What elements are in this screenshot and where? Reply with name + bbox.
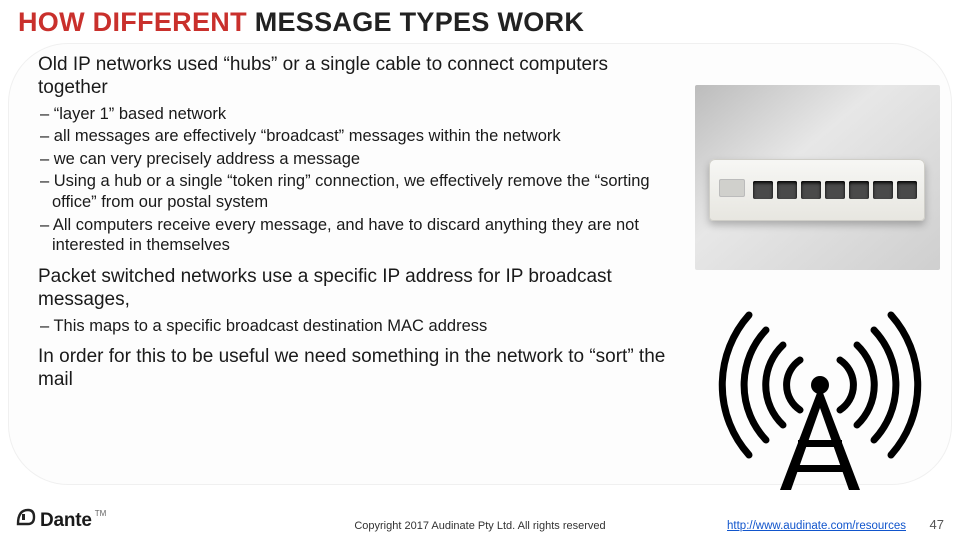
- hub-port: [753, 181, 773, 199]
- copyright-text: Copyright 2017 Audinate Pty Ltd. All rig…: [354, 520, 605, 532]
- resources-link[interactable]: http://www.audinate.com/resources: [727, 520, 906, 532]
- hub-port: [777, 181, 797, 199]
- hub-port: [825, 181, 845, 199]
- bullet-3: we can very precisely address a message: [50, 149, 678, 170]
- bullet-4: Using a hub or a single “token ring” con…: [50, 171, 678, 212]
- logo-tm: TM: [95, 509, 107, 518]
- paragraph-1: Old IP networks used “hubs” or a single …: [38, 54, 678, 100]
- paragraph-3: In order for this to be useful we need s…: [38, 346, 678, 392]
- bullet-6: This maps to a specific broadcast destin…: [50, 316, 678, 337]
- hub-photo: [695, 85, 940, 270]
- footer: Dante TM Copyright 2017 Audinate Pty Ltd…: [0, 506, 960, 540]
- title-black-part: MESSAGE TYPES WORK: [247, 7, 584, 37]
- dante-logo-icon: [16, 508, 36, 526]
- hub-led-panel: [719, 179, 745, 197]
- page-number: 47: [930, 517, 944, 532]
- paragraph-2: Packet switched networks use a specific …: [38, 266, 678, 312]
- hub-device: [709, 159, 925, 221]
- dante-logo: Dante TM: [16, 508, 105, 532]
- bullet-5: All computers receive every message, and…: [50, 215, 678, 256]
- hub-ports: [753, 181, 917, 199]
- hub-port: [801, 181, 821, 199]
- content-region: Old IP networks used “hubs” or a single …: [38, 54, 678, 396]
- bullet-2: all messages are effectively “broadcast”…: [50, 126, 678, 147]
- hub-port: [873, 181, 893, 199]
- broadcast-icon: [705, 290, 935, 495]
- hub-port: [849, 181, 869, 199]
- slide-title: HOW DIFFERENT MESSAGE TYPES WORK: [18, 7, 584, 38]
- logo-text: Dante: [40, 510, 92, 532]
- title-red-part: HOW DIFFERENT: [18, 7, 247, 37]
- bullet-1: “layer 1” based network: [50, 104, 678, 125]
- hub-port: [897, 181, 917, 199]
